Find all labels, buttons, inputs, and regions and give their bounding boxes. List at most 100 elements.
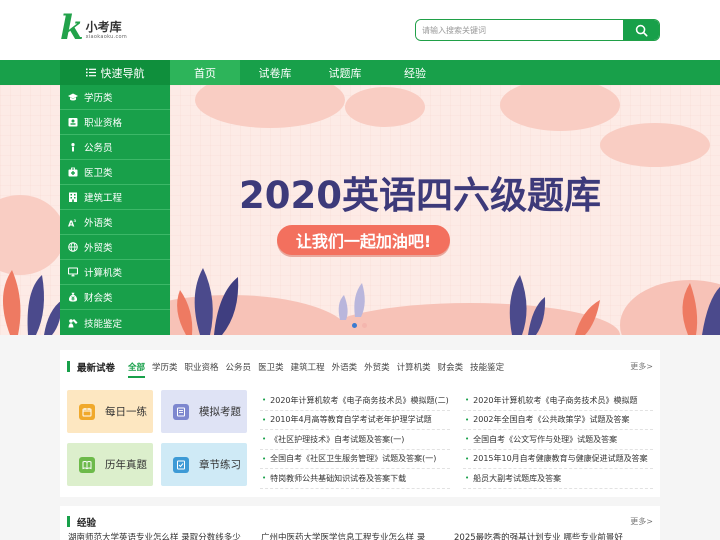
title-accent-bar	[67, 361, 70, 372]
banner-title: 2020英语四六级题库	[239, 174, 601, 217]
graduation-cap-icon	[68, 92, 78, 102]
search-button[interactable]	[623, 20, 659, 40]
sidebar-item-accounting[interactable]: ¥ 财会类	[60, 285, 170, 310]
daily-practice-tile[interactable]: 每日一练	[67, 390, 153, 433]
tile-label: 历年真题	[105, 459, 147, 471]
svg-text:¥: ¥	[71, 296, 75, 302]
tab-skills[interactable]: 技能鉴定	[470, 361, 504, 378]
list-item[interactable]: 2002年全国自考《公共政策学》试题及答案	[463, 411, 653, 430]
sidebar-item-label: 建筑工程	[84, 193, 123, 204]
tab-computer[interactable]: 计算机类	[397, 361, 431, 378]
experience-panel: 经验 更多> 湖南师范大学英语专业怎么样 录取分数线多少 广州中医药大学医学信息…	[60, 506, 660, 540]
sidebar-item-construction[interactable]: 建筑工程	[60, 185, 170, 210]
building-icon	[68, 192, 78, 202]
sidebar-item-skills[interactable]: 技能鉴定	[60, 310, 170, 335]
list-item[interactable]: 《社区护理技术》自考试题及答案(一)	[260, 430, 450, 450]
list-item[interactable]: 2010年4月高等教育自学考试老年护理学试题	[260, 411, 450, 430]
logo-domain: xiaokaoku.com	[85, 34, 128, 40]
tab-degree[interactable]: 学历类	[152, 361, 178, 378]
tab-all[interactable]: 全部	[128, 361, 146, 378]
experience-more-link[interactable]: 更多>	[630, 516, 653, 527]
list-item[interactable]: 船员大副考试题库及答案	[463, 469, 653, 489]
carousel-dots	[352, 323, 367, 328]
tab-construction[interactable]: 建筑工程	[291, 361, 325, 378]
category-sidebar: 学历类 职业资格 公务员 医卫类 建筑工程 Aa 外语类 外贸类 计算机类 ¥ …	[60, 85, 170, 335]
nav-link-questions[interactable]: 试题库	[310, 60, 380, 85]
sidebar-item-label: 外贸类	[84, 243, 113, 254]
money-bag-icon: ¥	[68, 292, 78, 302]
search-icon	[635, 24, 648, 37]
list-item[interactable]: 2020年计算机软考《电子商务技术员》模拟题	[463, 391, 653, 411]
search-input[interactable]	[416, 20, 623, 40]
list-item[interactable]: 特岗教师公共基础知识试卷及答案下载	[260, 469, 450, 489]
calendar-icon	[79, 403, 95, 420]
list-item[interactable]: 全国自考《社区卫生服务管理》试题及答案(一)	[260, 450, 450, 469]
list-item[interactable]: 2025最吃香的强基计划专业 哪些专业前景好	[446, 531, 636, 540]
search-box	[415, 19, 660, 41]
main-nav: 快速导航 首页 试卷库 试题库 经验	[0, 60, 720, 85]
latest-more-link[interactable]: 更多>	[630, 361, 653, 372]
sidebar-item-label: 医卫类	[84, 168, 113, 179]
list-item[interactable]: 全国自考《公文写作与处理》试题及答案	[463, 430, 653, 450]
sidebar-item-degree[interactable]: 学历类	[60, 85, 170, 110]
sidebar-item-qualification[interactable]: 职业资格	[60, 110, 170, 135]
sidebar-item-label: 职业资格	[84, 118, 123, 129]
id-card-icon	[68, 117, 78, 127]
list-item[interactable]: 2020年计算机软考《电子商务技术员》模拟题(二)	[260, 391, 450, 411]
nav-link-home[interactable]: 首页	[170, 60, 240, 85]
carousel-dot[interactable]	[352, 323, 357, 328]
list-item[interactable]: 广州中医药大学医学信息工程专业怎么样 录	[253, 531, 443, 540]
svg-text:a: a	[73, 219, 76, 224]
person-icon	[68, 142, 78, 152]
language-icon: Aa	[68, 217, 78, 227]
tab-trade[interactable]: 外贸类	[364, 361, 390, 378]
sidebar-item-computer[interactable]: 计算机类	[60, 260, 170, 285]
mock-exam-tile[interactable]: 模拟考题	[161, 390, 247, 433]
logo-k-mark: k	[60, 8, 84, 48]
latest-exams-title: 最新试卷	[77, 363, 116, 374]
exam-list-left: 2020年计算机软考《电子商务技术员》模拟题(二) 2010年4月高等教育自学考…	[260, 391, 450, 489]
sidebar-item-label: 财会类	[84, 293, 113, 304]
nav-link-papers[interactable]: 试卷库	[240, 60, 310, 85]
banner-slogan: 让我们一起加油吧!	[277, 225, 450, 255]
tab-language[interactable]: 外语类	[332, 361, 358, 378]
tab-civil-service[interactable]: 公务员	[226, 361, 252, 378]
latest-exams-panel: 最新试卷 全部 学历类 职业资格 公务员 医卫类 建筑工程 外语类 外贸类 计算…	[60, 350, 660, 497]
tab-accounting[interactable]: 财会类	[438, 361, 464, 378]
quick-nav-toggle[interactable]: 快速导航	[60, 60, 170, 85]
nav-link-experience[interactable]: 经验	[380, 60, 450, 85]
category-tabs: 全部 学历类 职业资格 公务员 医卫类 建筑工程 外语类 外贸类 计算机类 财会…	[128, 361, 504, 378]
list-icon	[85, 68, 96, 77]
carousel-dot[interactable]	[362, 323, 367, 328]
exam-list-right: 2020年计算机软考《电子商务技术员》模拟题 2002年全国自考《公共政策学》试…	[463, 391, 653, 489]
site-logo[interactable]: k 小考库 xiaokaoku.com	[60, 8, 128, 48]
tile-label: 每日一练	[105, 406, 147, 418]
sidebar-item-civil-service[interactable]: 公务员	[60, 135, 170, 160]
skill-icon	[68, 318, 78, 328]
sidebar-item-label: 外语类	[84, 218, 113, 229]
sidebar-item-label: 公务员	[84, 143, 113, 154]
chapter-icon	[173, 456, 189, 473]
tab-qualification[interactable]: 职业资格	[185, 361, 219, 378]
tile-label: 模拟考题	[199, 406, 241, 418]
tab-medical[interactable]: 医卫类	[258, 361, 284, 378]
sidebar-item-trade[interactable]: 外贸类	[60, 235, 170, 260]
list-item[interactable]: 2015年10月自考健康教育与健康促进试题及答案	[463, 450, 653, 469]
title-accent-bar	[67, 516, 70, 527]
sidebar-item-medical[interactable]: 医卫类	[60, 160, 170, 185]
globe-icon	[68, 242, 78, 252]
list-item[interactable]: 湖南师范大学英语专业怎么样 录取分数线多少	[60, 531, 250, 540]
experience-title: 经验	[77, 518, 97, 529]
chapter-practice-tile[interactable]: 章节练习	[161, 443, 247, 486]
book-icon	[79, 456, 95, 473]
past-papers-tile[interactable]: 历年真题	[67, 443, 153, 486]
panel-header: 最新试卷 全部 学历类 职业资格 公务员 医卫类 建筑工程 外语类 外贸类 计算…	[60, 350, 660, 382]
sidebar-item-label: 技能鉴定	[84, 318, 123, 330]
experience-list: 湖南师范大学英语专业怎么样 录取分数线多少 广州中医药大学医学信息工程专业怎么样…	[60, 531, 660, 540]
quick-nav-label: 快速导航	[100, 66, 145, 80]
medical-kit-icon	[68, 167, 78, 177]
sidebar-item-language[interactable]: Aa 外语类	[60, 210, 170, 235]
document-icon	[173, 403, 189, 420]
sidebar-item-label: 学历类	[84, 93, 113, 104]
site-header: k 小考库 xiaokaoku.com	[0, 0, 720, 60]
